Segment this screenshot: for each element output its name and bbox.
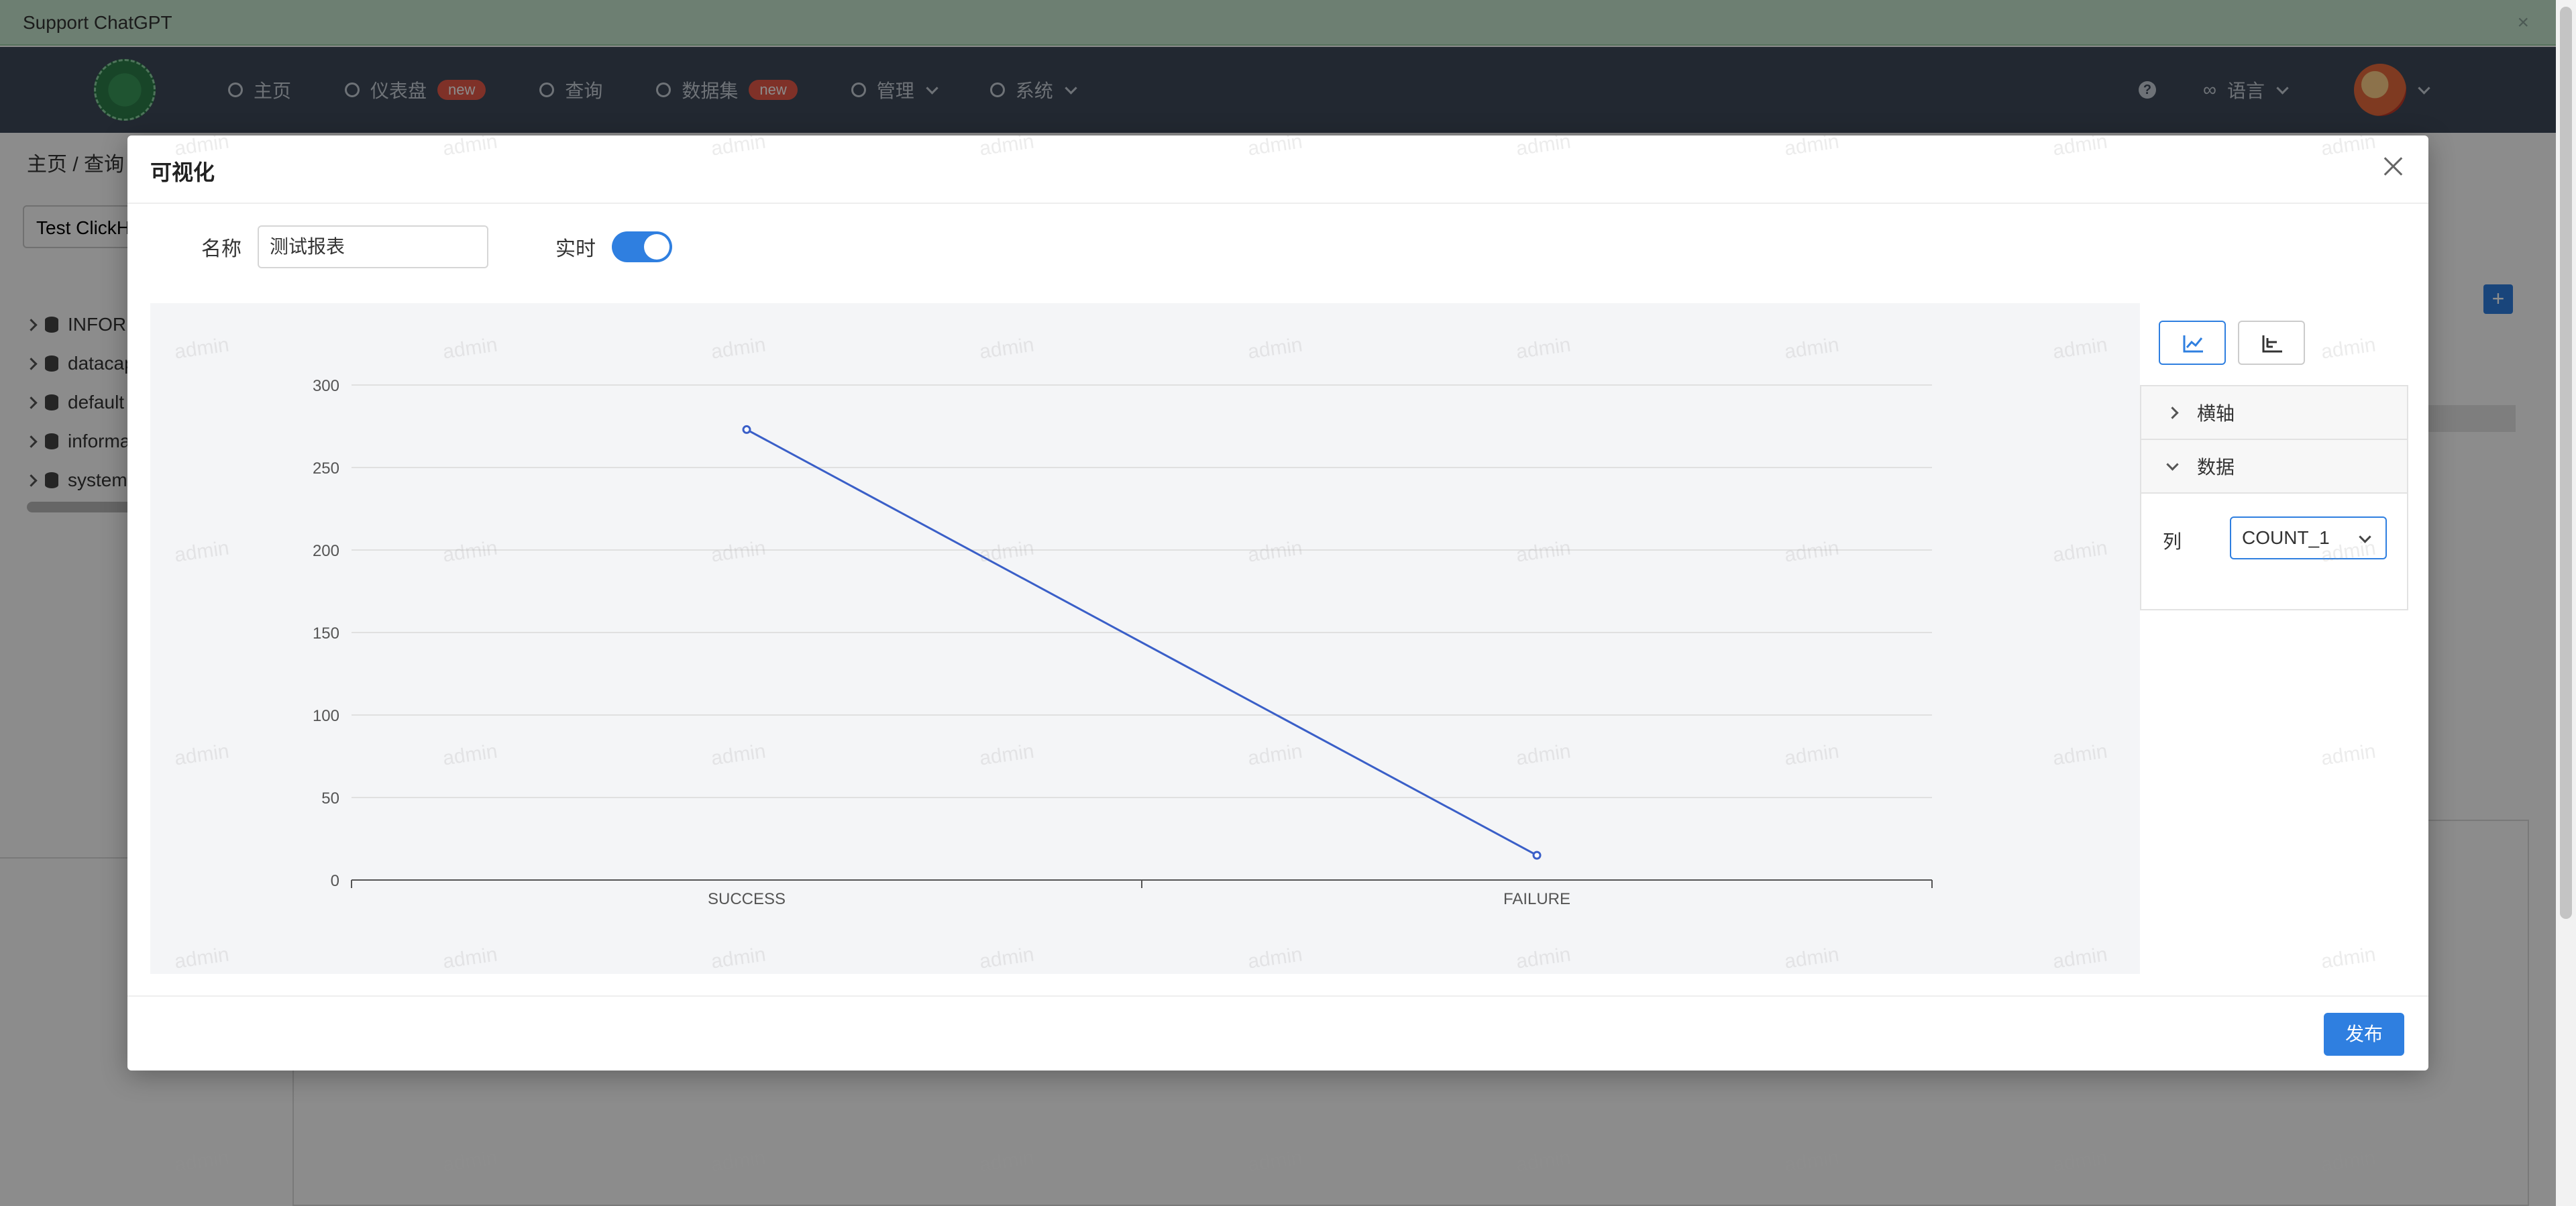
dialog-title: 可视化	[150, 160, 215, 184]
y-tick-label: 150	[313, 624, 339, 643]
data-point	[742, 425, 751, 434]
column-select-value: COUNT_1	[2242, 527, 2330, 548]
column-select[interactable]: COUNT_1	[2230, 516, 2387, 559]
chevron-down-icon	[2359, 531, 2371, 543]
x-tick-label: FAILURE	[1503, 890, 1570, 908]
data-point	[1532, 851, 1542, 860]
realtime-toggle[interactable]	[612, 231, 672, 262]
realtime-label: 实时	[555, 238, 596, 260]
series-line	[746, 429, 1538, 857]
y-tick-label: 50	[321, 789, 339, 808]
data-section-body: 列 COUNT_1	[2141, 494, 2407, 612]
data-label: 数据	[2197, 457, 2235, 478]
line-chart: 0 50 100 150 200 250 300 SUCCESS FAILURE	[313, 377, 1933, 908]
y-tick-label: 200	[313, 542, 339, 560]
bar-chart-icon	[2262, 335, 2282, 353]
bar-chart-type-button[interactable]	[2238, 321, 2305, 365]
y-tick-label: 0	[331, 872, 339, 890]
dialog-footer-divider	[127, 995, 2428, 997]
data-section-header[interactable]: 数据	[2141, 440, 2407, 494]
column-label: 列	[2163, 531, 2182, 552]
x-tick-label: SUCCESS	[708, 890, 786, 908]
chart-config-panel: 横轴 数据 列 COUNT_1	[2140, 385, 2408, 610]
xaxis-section-header[interactable]: 横轴	[2141, 386, 2407, 440]
name-input[interactable]: 测试报表	[258, 225, 488, 268]
line-chart-type-button[interactable]	[2159, 321, 2226, 365]
chart-area: 0 50 100 150 200 250 300 SUCCESS FAILURE	[150, 303, 2140, 974]
chevron-right-icon	[2166, 406, 2179, 419]
line-chart-icon	[2183, 335, 2203, 353]
toggle-knob	[644, 234, 669, 260]
visualization-dialog: 可视化 名称 测试报表 实时 0 50 100 150 200 250 300 SUCCESS…	[127, 135, 2428, 1071]
page-scrollbar[interactable]	[2556, 0, 2576, 1206]
report-form: 名称 测试报表 实时	[201, 225, 672, 268]
page-scrollbar-thumb[interactable]	[2560, 7, 2572, 919]
dialog-header: 可视化	[127, 135, 2428, 204]
close-icon[interactable]	[2380, 153, 2407, 180]
xaxis-label: 横轴	[2197, 403, 2235, 424]
y-tick-label: 100	[313, 707, 339, 725]
y-tick-label: 250	[313, 459, 339, 478]
name-label: 名称	[201, 238, 241, 260]
y-tick-label: 300	[313, 377, 339, 395]
chevron-down-icon	[2166, 457, 2179, 471]
publish-button[interactable]: 发布	[2324, 1013, 2404, 1056]
